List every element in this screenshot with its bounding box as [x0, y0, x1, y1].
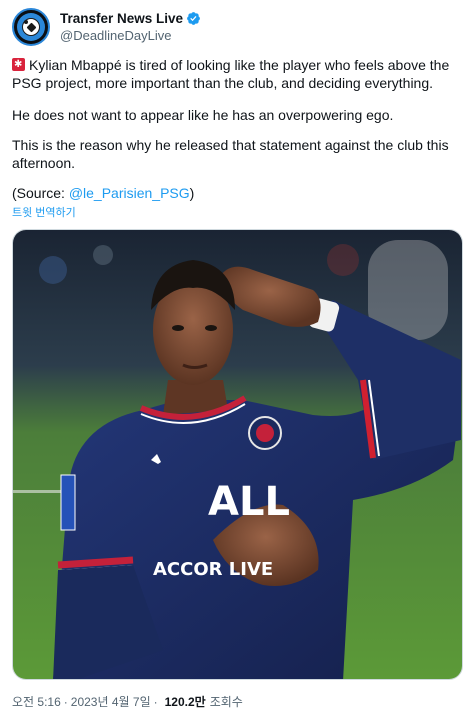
player-saluting-photo: ALL ACCOR LIVE [13, 230, 462, 679]
tweet-source: (Source: @le_Parisien_PSG) [12, 184, 464, 202]
author-names: Transfer News Live @DeadlineDayLive [60, 11, 201, 43]
tweet-header: Transfer News Live @DeadlineDayLive [12, 7, 201, 47]
translate-tweet-link[interactable]: 트윗 번역하기 [12, 204, 76, 220]
tweet-paragraph-3: This is the reason why he released that … [12, 137, 449, 171]
sponsor-logo-text: ALL [208, 479, 290, 525]
tweet-meta: 오전 5:16 · 2023년 4월 7일 · 120.2만 조회수 [12, 693, 243, 710]
tweet-paragraph-1: Kylian Mbappé is tired of looking like t… [12, 56, 464, 92]
name-row: Transfer News Live [60, 11, 201, 26]
views-count: 120.2만 [164, 695, 206, 709]
meta-separator-2: · [153, 694, 158, 709]
verified-badge-icon [187, 12, 200, 25]
source-prefix: (Source: [12, 185, 69, 201]
tweet-photo[interactable]: ALL ACCOR LIVE [12, 229, 463, 680]
paragraph-1-text: Kylian Mbappé is tired of looking like t… [12, 57, 450, 91]
tweet-time-link[interactable]: 오전 5:16 [12, 693, 61, 710]
author-handle[interactable]: @DeadlineDayLive [60, 28, 201, 43]
source-mention-link[interactable]: @le_Parisien_PSG [69, 185, 190, 201]
author-avatar[interactable] [12, 8, 50, 46]
source-suffix: ) [189, 185, 195, 201]
avatar-inner [17, 13, 45, 41]
tweet-date-link[interactable]: 2023년 4월 7일 [71, 693, 151, 710]
soccer-ball-icon [22, 18, 40, 36]
tweet-text: Kylian Mbappé is tired of looking like t… [12, 56, 464, 214]
red-alert-flag-icon [12, 56, 25, 74]
views-label: 조회수 [209, 695, 243, 709]
sponsor-subtext: ACCOR LIVE [153, 559, 273, 580]
tweet-paragraph-2: He does not want to appear like he has a… [12, 107, 394, 123]
meta-separator-1: · [63, 694, 68, 709]
author-display-name[interactable]: Transfer News Live [60, 11, 183, 26]
